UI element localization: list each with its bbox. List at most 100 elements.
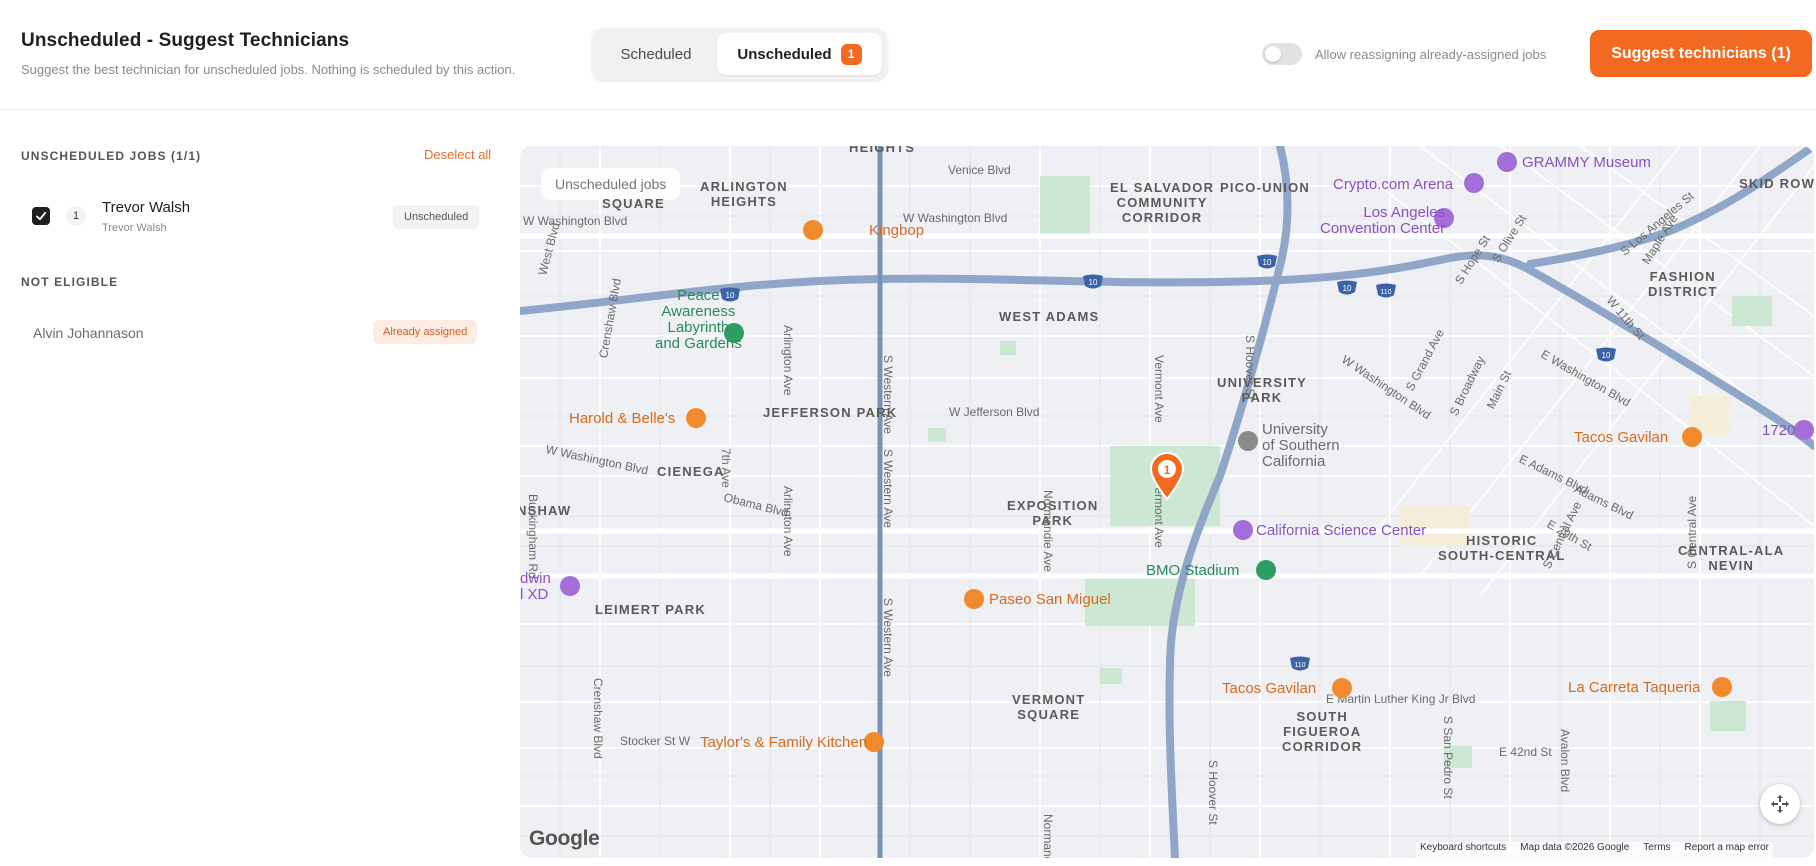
view-tabs: Scheduled Unscheduled 1 xyxy=(592,28,887,80)
unscheduled-jobs-heading: UNSCHEDULED JOBS (1/1) xyxy=(21,149,202,163)
poi-label: Tacos Gavilan xyxy=(1574,429,1669,446)
poi-label: Kingbop xyxy=(869,222,925,239)
district-label: JEFFERSON PARK xyxy=(763,405,898,420)
job-number: 1 xyxy=(66,206,86,226)
tab-scheduled[interactable]: Scheduled xyxy=(597,33,715,75)
fullscreen-icon xyxy=(1771,795,1789,813)
tab-unscheduled-label: Unscheduled xyxy=(737,45,832,63)
poi-label: University of Southern California xyxy=(1262,421,1340,470)
street-label: Avalon Blvd xyxy=(1558,729,1572,793)
interstate-shield-icon: 10 xyxy=(720,287,740,302)
street-label: W Jefferson Blvd xyxy=(949,405,1040,419)
terms-link[interactable]: Terms xyxy=(1643,842,1670,858)
street-label: S Hoover St xyxy=(1206,760,1220,825)
tab-unscheduled[interactable]: Unscheduled 1 xyxy=(717,33,882,75)
restaurant-icon[interactable] xyxy=(1332,678,1352,698)
poi-label: GRAMMY Museum xyxy=(1522,154,1651,171)
page-title: Unscheduled - Suggest Technicians xyxy=(21,30,350,51)
map[interactable]: Unscheduled jobs HEIGHTS ARLINGTON HEIGH… xyxy=(520,146,1814,858)
museum-icon[interactable] xyxy=(1497,152,1517,172)
poi-label: Los Angeles Convention Center xyxy=(1320,204,1446,237)
university-icon[interactable] xyxy=(1238,431,1258,451)
not-eligible-name: Alvin Johannason xyxy=(33,325,144,341)
stadium-icon[interactable] xyxy=(1256,560,1276,580)
fullscreen-button[interactable] xyxy=(1760,784,1800,824)
job-checkbox[interactable] xyxy=(32,207,50,225)
street-label: 7th Ave xyxy=(719,448,733,488)
list-item: Alvin Johannason Already assigned xyxy=(21,317,501,349)
street-label: Normandie Ave xyxy=(1041,814,1055,858)
district-label: VERMONT SQUARE xyxy=(1012,692,1086,722)
keyboard-shortcuts-link[interactable]: Keyboard shortcuts xyxy=(1420,842,1506,858)
district-label: SKID ROW xyxy=(1739,176,1814,191)
suggest-technicians-button[interactable]: Suggest technicians (1) xyxy=(1590,30,1812,77)
district-label: PICO-UNION xyxy=(1220,180,1310,195)
not-eligible-heading: NOT ELIGIBLE xyxy=(21,275,119,289)
street-label: Normandie Ave xyxy=(1041,490,1055,572)
poi-label: Tacos Gavilan xyxy=(1222,680,1317,697)
museum-icon[interactable] xyxy=(1233,520,1253,540)
restaurant-icon[interactable] xyxy=(686,408,706,428)
interstate-shield-icon: 110 xyxy=(1376,283,1396,298)
venue-icon[interactable] xyxy=(1794,420,1814,440)
svg-text:10: 10 xyxy=(1343,284,1352,293)
deselect-all-link[interactable]: Deselect all xyxy=(424,147,491,162)
district-label: EL SALVADOR COMMUNITY CORRIDOR xyxy=(1110,180,1215,225)
svg-text:10: 10 xyxy=(1263,258,1272,267)
status-badge: Unscheduled xyxy=(393,205,480,229)
poi-label: Harold & Belle's xyxy=(569,410,676,427)
street-label: E 42nd St xyxy=(1499,745,1552,759)
street-label: Vermont Ave xyxy=(1152,355,1166,423)
restaurant-icon[interactable] xyxy=(1682,427,1702,447)
street-label: Buckingham Rd xyxy=(526,494,540,579)
shopping-icon[interactable] xyxy=(560,576,580,596)
street-label: Arlington Ave xyxy=(781,325,795,396)
map-data-attribution: Map data ©2026 Google xyxy=(1520,842,1630,853)
list-item[interactable]: 1 Trevor Walsh Trevor Walsh Unscheduled xyxy=(21,187,501,245)
header: Unscheduled - Suggest Technicians Sugges… xyxy=(0,0,1816,110)
report-map-error-link[interactable]: Report a map error xyxy=(1685,842,1769,858)
poi-label: California Science Center xyxy=(1256,522,1427,539)
street-label: Venice Blvd xyxy=(948,163,1011,177)
poi-label: BMO Stadium xyxy=(1146,562,1240,579)
street-label: W Washington Blvd xyxy=(523,214,628,228)
district-label: UNIVERSITY PARK xyxy=(1217,375,1308,405)
svg-text:10: 10 xyxy=(1089,278,1098,287)
district-label: FASHION DISTRICT xyxy=(1648,269,1718,299)
district-label: HEIGHTS xyxy=(849,146,916,155)
reassign-toggle[interactable] xyxy=(1262,43,1302,65)
arena-icon[interactable] xyxy=(1464,173,1484,193)
svg-text:110: 110 xyxy=(1294,662,1305,669)
poi-label: Paseo San Miguel xyxy=(989,591,1111,608)
restaurant-icon[interactable] xyxy=(964,589,984,609)
interstate-shield-icon: 110 xyxy=(1290,656,1310,671)
street-label: Crenshaw Blvd xyxy=(591,678,605,759)
status-badge: Already assigned xyxy=(373,320,478,344)
district-label: CIENEGA xyxy=(657,464,725,479)
street-label: S Western Ave xyxy=(881,355,895,434)
svg-text:1: 1 xyxy=(1164,463,1171,477)
district-label: SQUARE xyxy=(602,196,665,211)
street-label: S Central Ave xyxy=(1685,495,1699,569)
reassign-toggle-label: Allow reassigning already-assigned jobs xyxy=(1315,46,1547,62)
interstate-shield-icon: 10 xyxy=(1083,274,1103,289)
app: Unscheduled - Suggest Technicians Sugges… xyxy=(0,0,1816,866)
svg-text:110: 110 xyxy=(1380,289,1391,296)
toggle-knob xyxy=(1265,46,1281,62)
restaurant-icon[interactable] xyxy=(1712,677,1732,697)
svg-text:10: 10 xyxy=(1602,351,1611,360)
poi-label: La Carreta Taqueria xyxy=(1568,679,1701,696)
district-label: ARLINGTON HEIGHTS xyxy=(700,179,788,209)
district-label: SOUTH FIGUEROA CORRIDOR xyxy=(1282,709,1363,754)
poi-label: Crypto.com Arena xyxy=(1333,176,1454,193)
svg-text:10: 10 xyxy=(726,291,735,300)
district-label: WEST ADAMS xyxy=(999,309,1100,324)
street-label: S Western Ave xyxy=(881,449,895,528)
job-marker[interactable]: 1 xyxy=(1148,452,1186,500)
tab-scheduled-label: Scheduled xyxy=(620,45,692,63)
street-label: S Western Ave xyxy=(881,598,895,677)
job-customer-name: Trevor Walsh xyxy=(102,199,191,216)
street-label: S Hoover St xyxy=(1243,335,1257,400)
google-logo: Google xyxy=(529,827,600,850)
restaurant-icon[interactable] xyxy=(803,220,823,240)
